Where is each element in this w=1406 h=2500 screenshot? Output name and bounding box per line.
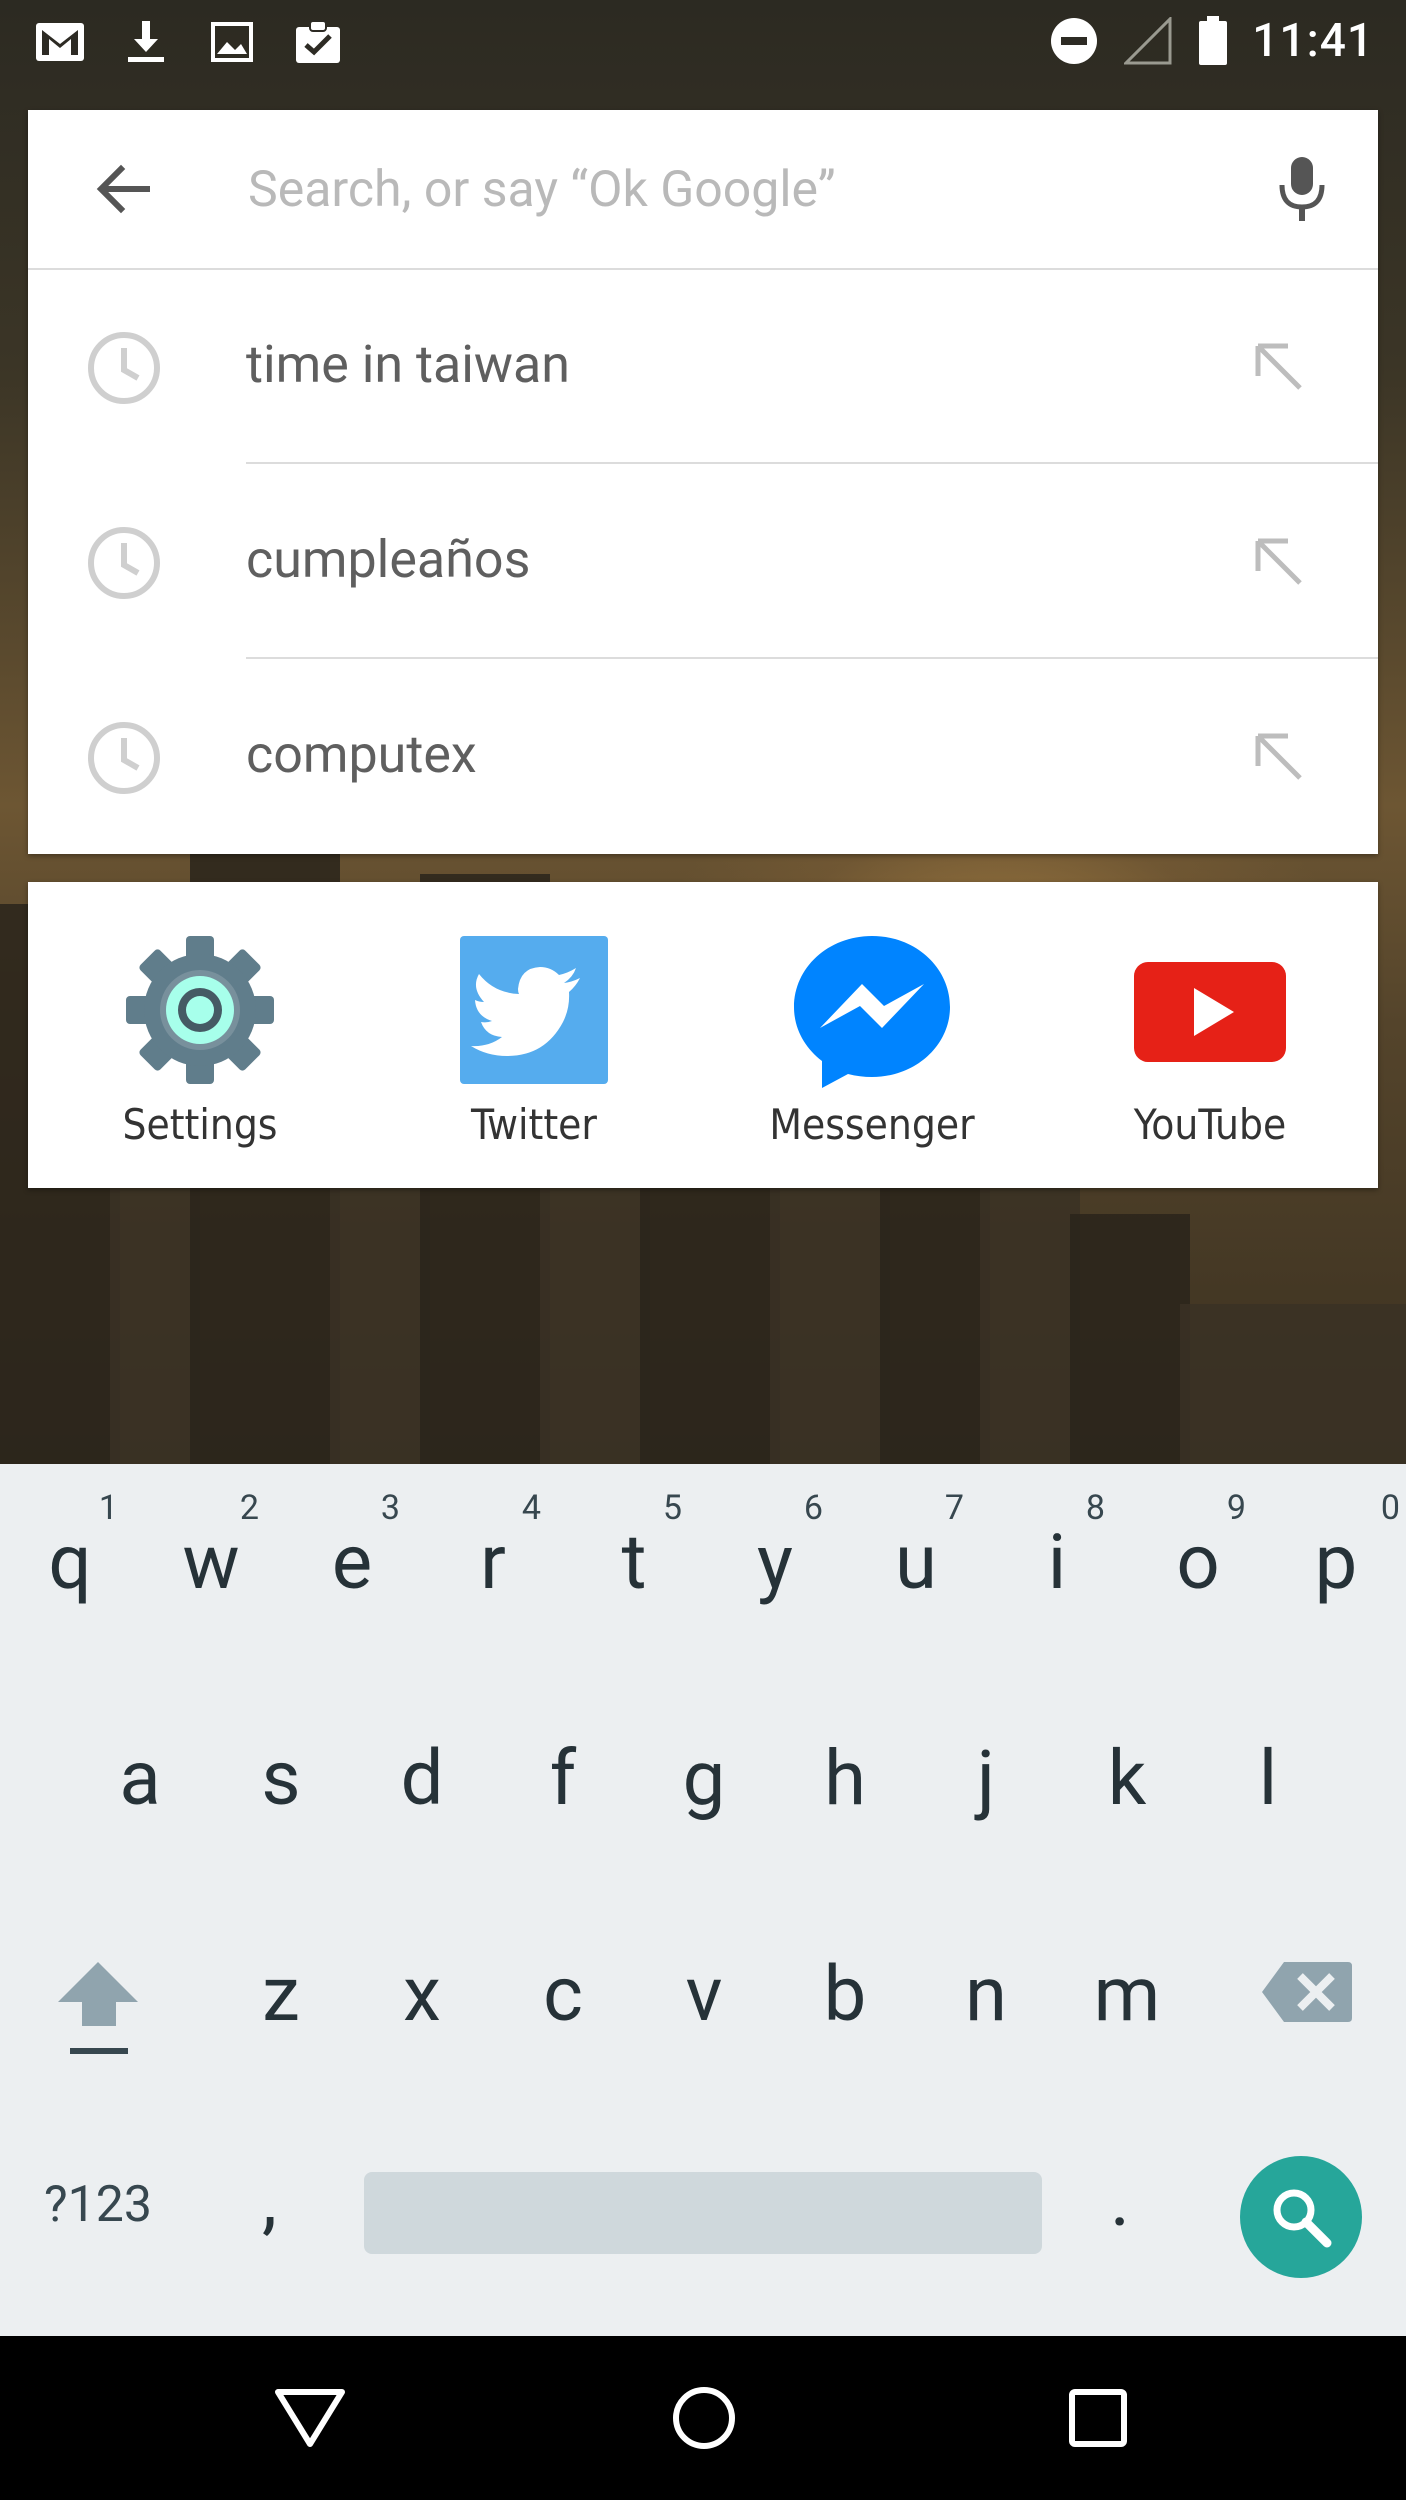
key-y[interactable]: 6y (705, 1464, 845, 1664)
key-q[interactable]: 1q (0, 1464, 140, 1664)
search-icon (1273, 2189, 1332, 2248)
twitter-bird-icon (460, 936, 608, 1084)
suggestion-text: time in taiwan (246, 334, 571, 395)
fill-query-arrow-icon[interactable] (1248, 336, 1312, 400)
history-clock-icon (88, 527, 160, 599)
clock-time: 11:41 (1252, 14, 1374, 68)
comma-key[interactable]: , (262, 2154, 277, 2244)
key-m[interactable]: m (1057, 1896, 1197, 2096)
back-arrow-icon[interactable] (88, 154, 158, 224)
download-icon (120, 18, 172, 66)
app-settings[interactable]: Settings (50, 882, 350, 1188)
key-k[interactable]: k (1057, 1680, 1197, 1880)
key-p[interactable]: 0p (1266, 1464, 1406, 1664)
building (1070, 1214, 1190, 1464)
period-key[interactable]: . (1110, 2154, 1130, 2244)
divider (246, 462, 1378, 464)
key-t[interactable]: 5t (564, 1464, 704, 1664)
backspace-key[interactable] (1260, 1956, 1356, 2028)
key-v[interactable]: v (634, 1896, 774, 2096)
key-l[interactable]: l (1198, 1680, 1338, 1880)
keyboard: 1q 2w 3e 4r 5t 6y 7u 8i 9o 0p a s d f g … (0, 1464, 1406, 2336)
key-s[interactable]: s (211, 1680, 351, 1880)
microphone-icon[interactable] (1266, 154, 1338, 226)
key-r[interactable]: 4r (423, 1464, 563, 1664)
key-u[interactable]: 7u (846, 1464, 986, 1664)
status-bar: 11:41 (0, 0, 1406, 84)
gmail-icon (34, 18, 86, 66)
battery-icon (1196, 16, 1230, 65)
fill-query-arrow-icon[interactable] (1248, 726, 1312, 790)
suggestion-item[interactable]: cumpleaños (28, 465, 1378, 659)
app-twitter[interactable]: Twitter (384, 882, 684, 1188)
do-not-disturb-icon (1048, 17, 1100, 65)
recents-square-icon[interactable] (1046, 2366, 1150, 2470)
app-label: YouTube (1133, 1100, 1287, 1149)
key-c[interactable]: c (493, 1896, 633, 2096)
shift-key[interactable] (50, 1954, 150, 2064)
signal-icon (1122, 17, 1174, 65)
app-label: Settings (122, 1100, 278, 1149)
key-g[interactable]: g (634, 1680, 774, 1880)
search-enter-key[interactable] (1240, 2156, 1362, 2278)
app-label: Twitter (471, 1100, 597, 1149)
key-h[interactable]: h (775, 1680, 915, 1880)
shift-arrow-icon (58, 1962, 138, 2054)
key-a[interactable]: a (70, 1680, 210, 1880)
home-circle-icon[interactable] (652, 2366, 756, 2470)
suggestion-text: computex (246, 724, 477, 785)
back-triangle-icon[interactable] (258, 2366, 362, 2470)
suggestion-item[interactable]: computex (28, 660, 1378, 854)
history-clock-icon (88, 722, 160, 794)
clipboard-check-icon (292, 18, 344, 66)
suggestion-text: cumpleaños (246, 529, 531, 590)
key-b[interactable]: b (775, 1896, 915, 2096)
backspace-icon (1262, 1962, 1352, 2022)
key-n[interactable]: n (916, 1896, 1056, 2096)
search-card: time in taiwan cumpleaños computex (28, 110, 1378, 854)
key-d[interactable]: d (352, 1680, 492, 1880)
history-clock-icon (88, 332, 160, 404)
app-messenger[interactable]: Messenger (722, 882, 1022, 1188)
symbols-key[interactable]: ?123 (44, 2176, 152, 2234)
app-youtube[interactable]: YouTube (1060, 882, 1360, 1188)
key-z[interactable]: z (211, 1896, 351, 2096)
suggestion-item[interactable]: time in taiwan (28, 270, 1378, 464)
key-x[interactable]: x (352, 1896, 492, 2096)
key-o[interactable]: 9o (1128, 1464, 1268, 1664)
key-i[interactable]: 8i (987, 1464, 1127, 1664)
settings-gear-icon (126, 936, 274, 1084)
app-label: Messenger (769, 1100, 975, 1149)
space-bar[interactable] (364, 2172, 1042, 2254)
image-icon (206, 18, 258, 66)
navigation-bar (0, 2336, 1406, 2500)
key-j[interactable]: j (916, 1680, 1056, 1880)
key-e[interactable]: 3e (282, 1464, 422, 1664)
key-f[interactable]: f (493, 1680, 633, 1880)
messenger-bolt-icon (794, 936, 950, 1088)
youtube-play-icon (1134, 962, 1286, 1062)
fill-query-arrow-icon[interactable] (1248, 531, 1312, 595)
divider (246, 657, 1378, 659)
app-suggestions-card: Settings Twitter Messenger YouTube (28, 882, 1378, 1188)
waterfront (1180, 1304, 1406, 1464)
search-bar (28, 110, 1378, 270)
search-input[interactable] (246, 152, 1210, 228)
key-w[interactable]: 2w (141, 1464, 281, 1664)
